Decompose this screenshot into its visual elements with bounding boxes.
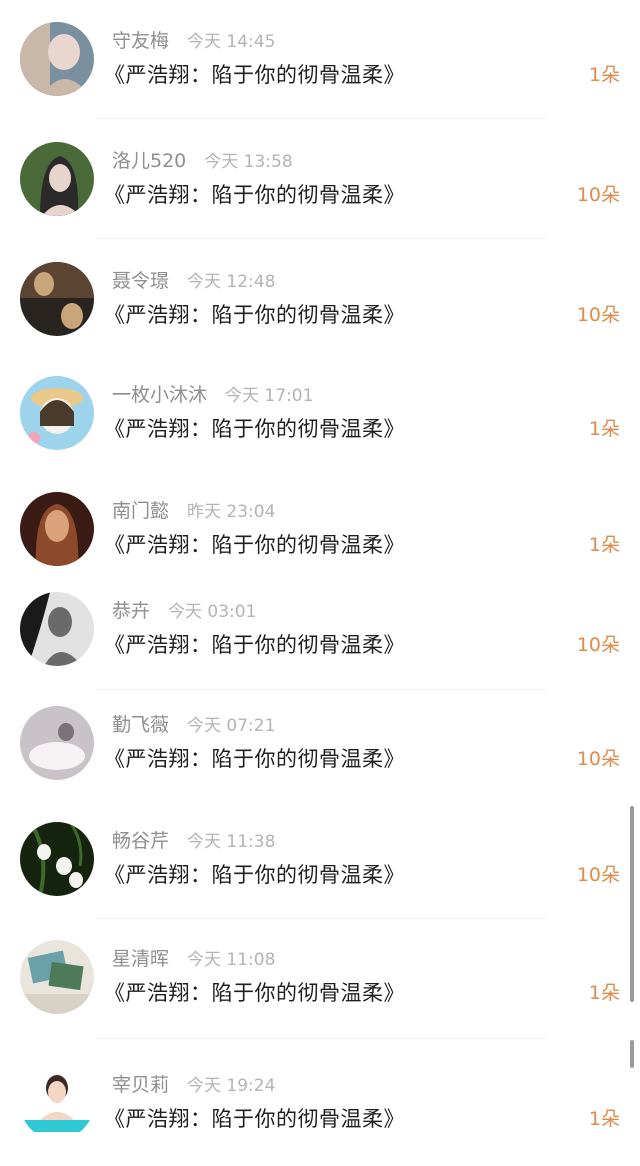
- flower-count: 1朵: [588, 982, 620, 1004]
- avatar-image-icon: [20, 22, 94, 96]
- user-name[interactable]: 聂令璟: [112, 270, 169, 292]
- book-title[interactable]: 《严浩翔：陷于你的彻骨温柔》: [104, 300, 405, 330]
- avatar-image-icon: [20, 822, 94, 896]
- timestamp: 今天 14:45: [187, 32, 276, 52]
- book-title[interactable]: 《严浩翔：陷于你的彻骨温柔》: [104, 180, 405, 210]
- book-title[interactable]: 《严浩翔：陷于你的彻骨温柔》: [104, 414, 405, 444]
- item-meta: 聂令璟 今天 12:48: [112, 266, 275, 296]
- avatar[interactable]: [20, 376, 94, 450]
- flower-count: 1朵: [588, 418, 620, 440]
- avatar-image-icon: [20, 592, 94, 666]
- flower-count: 1朵: [588, 64, 620, 86]
- item-meta: 一枚小沐沐 今天 17:01: [112, 380, 313, 410]
- timestamp: 今天 11:08: [187, 950, 276, 970]
- avatar[interactable]: [20, 1066, 94, 1140]
- avatar[interactable]: [20, 142, 94, 216]
- list-item[interactable]: 洛儿520 今天 13:58 《严浩翔：陷于你的彻骨温柔》 10朵: [0, 142, 640, 242]
- flower-count: 1朵: [588, 1108, 620, 1130]
- list-item[interactable]: 一枚小沐沐 今天 17:01 《严浩翔：陷于你的彻骨温柔》 1朵: [0, 376, 640, 476]
- list-item[interactable]: 恭卉 今天 03:01 《严浩翔：陷于你的彻骨温柔》 10朵: [0, 592, 640, 692]
- avatar-image-icon: [20, 142, 94, 216]
- timestamp: 今天 03:01: [168, 602, 257, 622]
- avatar-image-icon: [20, 706, 94, 780]
- user-name[interactable]: 勤飞薇: [112, 714, 169, 736]
- timestamp: 昨天 23:04: [187, 502, 276, 522]
- timestamp: 今天 12:48: [187, 272, 276, 292]
- list-item[interactable]: 勤飞薇 今天 07:21 《严浩翔：陷于你的彻骨温柔》 10朵: [0, 706, 640, 806]
- flower-count: 1朵: [588, 534, 620, 556]
- user-name[interactable]: 星清晖: [112, 948, 169, 970]
- list-item[interactable]: 聂令璟 今天 12:48 《严浩翔：陷于你的彻骨温柔》 10朵: [0, 262, 640, 362]
- user-name[interactable]: 宰贝莉: [112, 1074, 169, 1096]
- list-item[interactable]: 南门懿 昨天 23:04 《严浩翔：陷于你的彻骨温柔》 1朵: [0, 492, 640, 592]
- reward-list: 守友梅 今天 14:45 《严浩翔：陷于你的彻骨温柔》 1朵 洛儿520 今天 13…: [0, 0, 640, 1149]
- avatar[interactable]: [20, 822, 94, 896]
- item-meta: 洛儿520 今天 13:58: [112, 146, 293, 176]
- timestamp: 今天 17:01: [225, 386, 314, 406]
- flower-count: 10朵: [576, 184, 620, 206]
- book-title[interactable]: 《严浩翔：陷于你的彻骨温柔》: [104, 60, 405, 90]
- avatar[interactable]: [20, 706, 94, 780]
- book-title[interactable]: 《严浩翔：陷于你的彻骨温柔》: [104, 978, 405, 1008]
- avatar[interactable]: [20, 592, 94, 666]
- flower-count: 10朵: [576, 864, 620, 886]
- timestamp: 今天 07:21: [187, 716, 276, 736]
- divider: [96, 689, 546, 690]
- flower-count: 10朵: [576, 634, 620, 656]
- divider: [96, 918, 546, 919]
- item-meta: 南门懿 昨天 23:04: [112, 496, 275, 526]
- scrollbar-indicator[interactable]: [630, 1040, 634, 1068]
- scrollbar-thumb[interactable]: [630, 806, 634, 1002]
- book-title[interactable]: 《严浩翔：陷于你的彻骨温柔》: [104, 630, 405, 660]
- avatar-image-icon: [20, 492, 94, 566]
- avatar-image-icon: [20, 1066, 94, 1140]
- avatar[interactable]: [20, 940, 94, 1014]
- divider: [96, 118, 546, 119]
- item-meta: 守友梅 今天 14:45: [112, 26, 275, 56]
- avatar[interactable]: [20, 262, 94, 336]
- item-meta: 恭卉 今天 03:01: [112, 596, 256, 626]
- user-name[interactable]: 南门懿: [112, 500, 169, 522]
- list-item[interactable]: 宰贝莉 今天 19:24 《严浩翔：陷于你的彻骨温柔》 1朵: [0, 1066, 640, 1166]
- timestamp: 今天 13:58: [204, 152, 293, 172]
- flower-count: 10朵: [576, 304, 620, 326]
- item-meta: 畅谷芹 今天 11:38: [112, 826, 275, 856]
- item-meta: 星清晖 今天 11:08: [112, 944, 275, 974]
- avatar[interactable]: [20, 492, 94, 566]
- avatar-image-icon: [20, 940, 94, 1014]
- divider: [96, 1038, 546, 1039]
- list-item[interactable]: 守友梅 今天 14:45 《严浩翔：陷于你的彻骨温柔》 1朵: [0, 22, 640, 122]
- list-item[interactable]: 畅谷芹 今天 11:38 《严浩翔：陷于你的彻骨温柔》 10朵: [0, 822, 640, 922]
- item-meta: 宰贝莉 今天 19:24: [112, 1070, 275, 1100]
- book-title[interactable]: 《严浩翔：陷于你的彻骨温柔》: [104, 530, 405, 560]
- timestamp: 今天 11:38: [187, 832, 276, 852]
- user-name[interactable]: 一枚小沐沐: [112, 384, 207, 406]
- user-name[interactable]: 畅谷芹: [112, 830, 169, 852]
- book-title[interactable]: 《严浩翔：陷于你的彻骨温柔》: [104, 744, 405, 774]
- book-title[interactable]: 《严浩翔：陷于你的彻骨温柔》: [104, 1104, 405, 1134]
- flower-count: 10朵: [576, 748, 620, 770]
- avatar-image-icon: [20, 262, 94, 336]
- book-title[interactable]: 《严浩翔：陷于你的彻骨温柔》: [104, 860, 405, 890]
- timestamp: 今天 19:24: [187, 1076, 276, 1096]
- avatar[interactable]: [20, 22, 94, 96]
- avatar-image-icon: [20, 376, 94, 450]
- user-name[interactable]: 守友梅: [112, 30, 169, 52]
- divider: [96, 238, 546, 239]
- user-name[interactable]: 洛儿520: [112, 150, 186, 172]
- item-meta: 勤飞薇 今天 07:21: [112, 710, 275, 740]
- user-name[interactable]: 恭卉: [112, 600, 150, 622]
- list-item[interactable]: 星清晖 今天 11:08 《严浩翔：陷于你的彻骨温柔》 1朵: [0, 940, 640, 1040]
